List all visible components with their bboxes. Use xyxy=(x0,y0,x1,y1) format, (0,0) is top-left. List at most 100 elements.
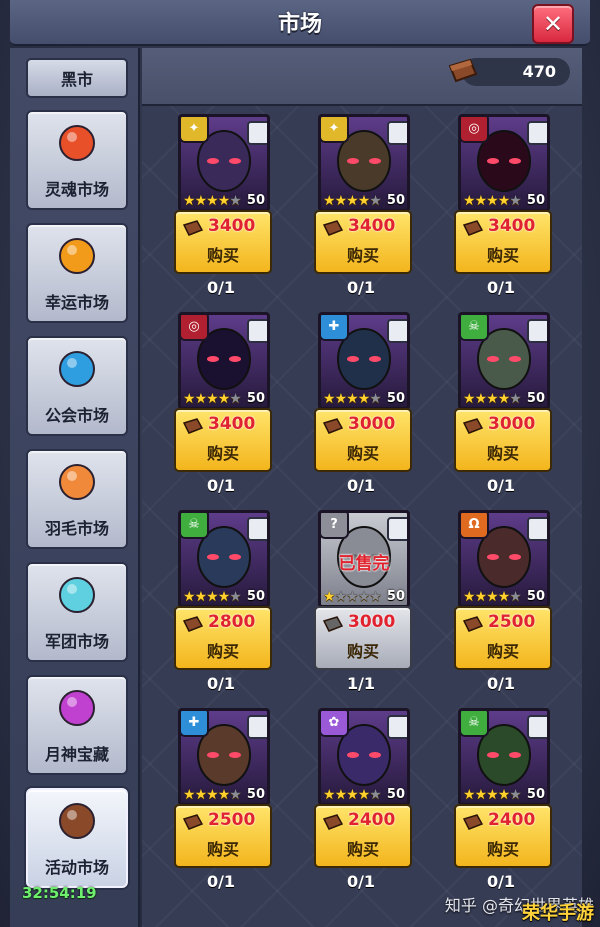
event-timer: 32:54:19 xyxy=(22,884,97,902)
star-icon: ★ xyxy=(497,589,511,605)
item-price: 3000 xyxy=(348,612,396,632)
sidebar-item-black-market[interactable]: 黑市 xyxy=(26,58,128,98)
price-row: 3400 xyxy=(176,414,270,438)
light-faction-icon: ✦ xyxy=(181,117,209,143)
hero-level: 50 xyxy=(526,391,545,406)
star-icon: ★ xyxy=(357,787,371,803)
star-rating: ★★★★★ xyxy=(323,787,382,803)
price-row: 3400 xyxy=(316,216,410,240)
stock-count: 0/1 xyxy=(346,476,376,495)
star-icon: ★ xyxy=(474,193,488,209)
buy-button[interactable]: 2400 购买 xyxy=(454,804,552,868)
star-icon: ★ xyxy=(323,787,336,803)
sidebar-item-3[interactable]: 羽毛市场 xyxy=(26,449,128,549)
star-icon: ★ xyxy=(334,787,348,803)
hero-level: 50 xyxy=(246,589,265,604)
hero-portrait[interactable]: ✿ ★★★★★ 50 xyxy=(318,708,410,806)
nature-faction-icon: ☠ xyxy=(461,711,489,737)
shop-item-card: ✚ ★★★★★ 50 2500 购买 0/1 xyxy=(174,704,272,892)
buy-button-label: 购买 xyxy=(486,840,519,859)
price-row: 3400 xyxy=(176,216,270,240)
hero-portrait[interactable]: ✚ ★★★★★ 50 xyxy=(178,708,270,806)
star-icon: ★ xyxy=(486,787,499,803)
shop-item-card: ◎ ★★★★★ 50 3400 购买 0/1 xyxy=(454,110,552,298)
hero-portrait[interactable]: ☠ ★★★★★ 50 xyxy=(458,312,550,410)
hero-level: 50 xyxy=(526,787,545,802)
hero-level: 50 xyxy=(386,193,405,208)
star-icon: ★ xyxy=(323,391,336,407)
shop-item-card: ✚ ★★★★★ 50 3000 购买 0/1 xyxy=(314,308,412,496)
buy-button-label: 购买 xyxy=(486,444,519,463)
buy-button[interactable]: 3400 购买 xyxy=(454,210,552,274)
buy-button[interactable]: 2500 购买 xyxy=(454,606,552,670)
star-rating: ★★★★★ xyxy=(463,787,522,803)
sidebar-item-1[interactable]: 幸运市场 xyxy=(26,223,128,323)
star-icon: ★ xyxy=(206,589,219,605)
chocolate-chest-icon xyxy=(462,616,484,632)
star-icon: ★ xyxy=(206,391,219,407)
hero-portrait[interactable]: Ω ★★★★★ 50 xyxy=(458,510,550,608)
item-price: 2400 xyxy=(348,810,396,830)
star-icon: ★ xyxy=(509,787,522,803)
hero-portrait[interactable]: ◎ ★★★★★ 50 xyxy=(178,312,270,410)
buy-button-label: 购买 xyxy=(346,246,379,265)
chocolate-chest-icon xyxy=(182,220,204,236)
buy-button-label: 购买 xyxy=(206,642,239,661)
buy-button[interactable]: 3000 购买 xyxy=(314,606,412,670)
chocolate-chest-icon xyxy=(462,814,484,830)
hero-portrait[interactable]: ✦ ★★★★★ 50 xyxy=(178,114,270,212)
item-price: 3400 xyxy=(348,216,396,236)
hero-portrait[interactable]: ◎ ★★★★★ 50 xyxy=(458,114,550,212)
buy-button-label: 购买 xyxy=(206,246,239,265)
star-rating: ★★★★★ xyxy=(323,193,382,209)
buy-button-label: 购买 xyxy=(346,840,379,859)
buy-button[interactable]: 3000 购买 xyxy=(454,408,552,472)
sidebar-item-5[interactable]: 月神宝藏 xyxy=(26,675,128,775)
buy-button[interactable]: 3400 购买 xyxy=(174,210,272,274)
hero-portrait[interactable]: ? ★★★★★ 50 已售完 xyxy=(318,510,410,608)
item-price: 3400 xyxy=(208,216,256,236)
chocolate-chest-icon xyxy=(322,616,344,632)
item-price: 3000 xyxy=(488,414,536,434)
hero-portrait[interactable]: ✦ ★★★★★ 50 xyxy=(318,114,410,212)
hero-portrait[interactable]: ☠ ★★★★★ 50 xyxy=(458,708,550,806)
star-rating: ★★★★★ xyxy=(463,589,522,605)
buy-button[interactable]: 2500 购买 xyxy=(174,804,272,868)
shop-item-card: ✦ ★★★★★ 50 3400 购买 0/1 xyxy=(174,110,272,298)
buy-button[interactable]: 3400 购买 xyxy=(314,210,412,274)
puzzle-piece-icon xyxy=(387,517,407,541)
star-icon: ★ xyxy=(474,787,488,803)
hero-level: 50 xyxy=(246,391,265,406)
chocolate-chest-icon xyxy=(322,418,344,434)
puzzle-piece-icon xyxy=(387,121,407,145)
hero-portrait[interactable]: ☠ ★★★★★ 50 xyxy=(178,510,270,608)
luck-coin-icon xyxy=(59,238,95,274)
shop-item-card: Ω ★★★★★ 50 2500 购买 0/1 xyxy=(454,506,552,694)
star-icon: ★ xyxy=(323,589,336,605)
item-price: 2500 xyxy=(208,810,256,830)
sidebar-item-0[interactable]: 灵魂市场 xyxy=(26,110,128,210)
price-row: 3000 xyxy=(316,414,410,438)
stock-count: 0/1 xyxy=(206,476,236,495)
star-icon: ★ xyxy=(463,589,476,605)
shop-item-card: ☠ ★★★★★ 50 2800 购买 0/1 xyxy=(174,506,272,694)
buy-button[interactable]: 2800 购买 xyxy=(174,606,272,670)
star-icon: ★ xyxy=(217,589,231,605)
star-icon: ★ xyxy=(183,787,196,803)
sidebar-item-6[interactable]: 活动市场 xyxy=(26,788,128,888)
star-icon: ★ xyxy=(509,391,522,407)
shop-item-card: ☠ ★★★★★ 50 2400 购买 0/1 xyxy=(454,704,552,892)
close-button[interactable]: ✕ xyxy=(532,4,574,44)
sidebar-item-4[interactable]: 军团市场 xyxy=(26,562,128,662)
sidebar-item-label: 月神宝藏 xyxy=(44,745,109,764)
price-row: 2800 xyxy=(176,612,270,636)
price-row: 2500 xyxy=(456,612,550,636)
buy-button[interactable]: 2400 购买 xyxy=(314,804,412,868)
sidebar-item-label: 幸运市场 xyxy=(44,293,109,312)
buy-button[interactable]: 3000 购买 xyxy=(314,408,412,472)
sidebar-item-2[interactable]: 公会市场 xyxy=(26,336,128,436)
buy-button[interactable]: 3400 购买 xyxy=(174,408,272,472)
star-icon: ★ xyxy=(206,193,219,209)
star-icon: ★ xyxy=(357,391,371,407)
hero-portrait[interactable]: ✚ ★★★★★ 50 xyxy=(318,312,410,410)
